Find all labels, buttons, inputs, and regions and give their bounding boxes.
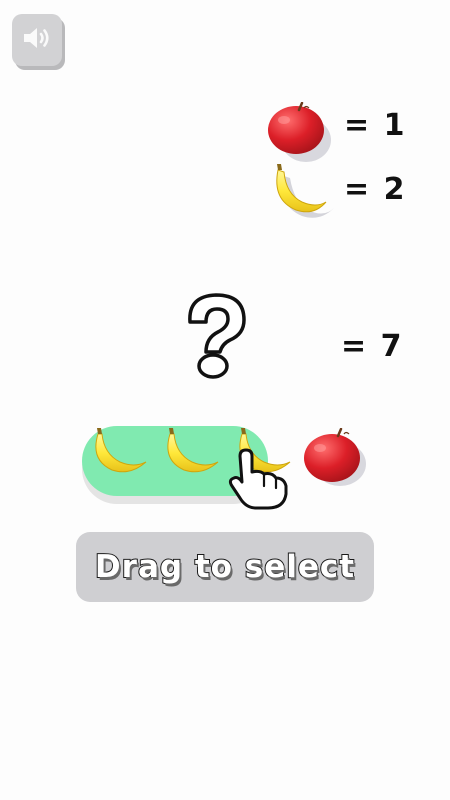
clue-apple-equation: = 1 [344, 108, 407, 143]
clue-row-apple [266, 101, 334, 168]
pointing-hand-icon [226, 446, 292, 516]
banana-icon [158, 428, 224, 484]
drag-hint-banner: Drag to select [76, 532, 374, 602]
sound-toggle-button[interactable] [12, 14, 62, 66]
question-equation: = 7 [341, 329, 404, 364]
fruit-item-banana-1[interactable] [86, 426, 152, 484]
speaker-icon [22, 25, 52, 55]
clue-banana-equation: = 2 [344, 172, 407, 207]
banana-icon [86, 428, 152, 484]
drag-hint-label: Drag to select [94, 548, 356, 586]
fruit-item-apple[interactable] [302, 427, 370, 494]
question-mark-icon [184, 292, 250, 386]
fruit-item-banana-2[interactable] [158, 426, 224, 484]
banana-icon [268, 164, 334, 226]
clue-row-banana [268, 162, 334, 226]
apple-icon [302, 427, 370, 494]
